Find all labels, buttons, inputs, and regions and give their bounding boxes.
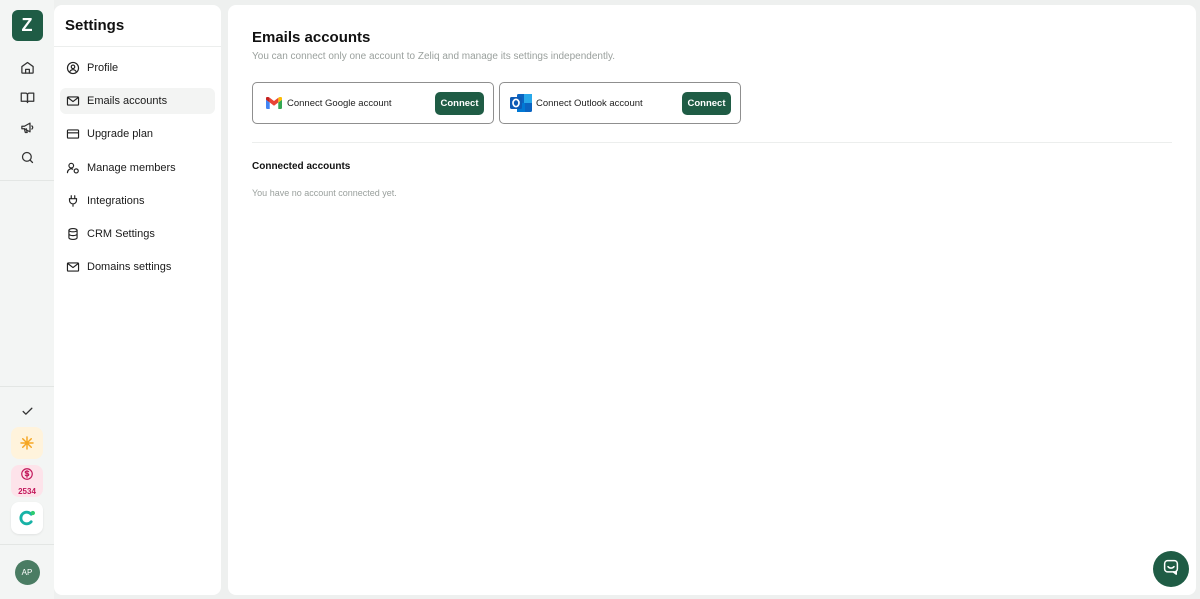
app-logo[interactable]: Z [11,10,43,41]
settings-nav: Profile Emails accounts Upgrade plan Man… [54,47,221,280]
dollar-coin-icon [20,467,34,486]
megaphone-icon[interactable] [12,112,42,142]
settings-item-crm-settings[interactable]: CRM Settings [60,221,215,247]
connect-outlook-button[interactable]: Connect [682,91,731,115]
rail-bottom: 2534 AP [0,386,54,599]
left-rail: Z 2534 AP [0,0,54,599]
mail-icon [65,259,81,275]
section-divider [252,142,1172,143]
database-icon [65,226,81,242]
check-icon[interactable] [11,395,43,427]
outlook-icon [509,91,533,115]
settings-item-integrations[interactable]: Integrations [60,188,215,214]
settings-item-label: CRM Settings [87,227,155,240]
members-gear-icon [65,160,81,176]
chat-icon [1162,558,1180,581]
mail-icon [65,93,81,109]
settings-item-profile[interactable]: Profile [60,55,215,81]
home-icon[interactable] [12,52,42,82]
rail-divider [0,386,54,387]
settings-item-emails-accounts[interactable]: Emails accounts [60,88,215,115]
avatar[interactable]: AP [14,559,40,585]
credit-card-icon [65,126,81,142]
settings-item-manage-members[interactable]: Manage members [60,155,215,181]
search-icon[interactable] [12,142,42,172]
page-subtitle: You can connect only one account to Zeli… [252,51,616,62]
google-connect-label: Connect Google account [287,97,392,109]
connect-google-button[interactable]: Connect [435,91,484,115]
settings-item-upgrade-plan[interactable]: Upgrade plan [60,121,215,147]
settings-item-label: Emails accounts [87,95,168,108]
sparkle-icon[interactable] [11,427,43,459]
user-circle-icon [65,60,81,76]
c-logo-icon[interactable] [11,502,43,534]
settings-item-label: Integrations [87,194,145,207]
settings-item-label: Profile [87,62,119,74]
settings-item-label: Upgrade plan [87,128,154,141]
settings-item-label: Domains settings [87,261,172,274]
google-connect-card: Connect Google account Connect [252,82,494,124]
outlook-connect-label: Connect Outlook account [536,97,643,109]
connected-accounts-title: Connected accounts [252,161,351,172]
settings-panel: Settings Profile Emails accounts Upgrade… [54,5,221,595]
credits-count: 2534 [18,486,36,496]
main-content: Emails accounts You can connect only one… [228,5,1196,595]
outlook-connect-card: Connect Outlook account Connect [499,82,741,124]
plug-icon [65,193,81,209]
book-icon[interactable] [12,82,42,112]
settings-item-label: Manage members [87,161,176,174]
gmail-icon [264,93,284,113]
avatar-wrap: AP [14,545,40,599]
page-title: Emails accounts [252,29,371,46]
credits-tile[interactable]: 2534 [11,465,43,497]
settings-item-domains-settings[interactable]: Domains settings [60,254,215,280]
rail-divider [0,180,54,181]
rail-nav [12,52,42,172]
chat-launcher-button[interactable] [1153,551,1189,587]
settings-title: Settings [65,17,125,34]
connected-accounts-empty: You have no account connected yet. [252,188,397,198]
